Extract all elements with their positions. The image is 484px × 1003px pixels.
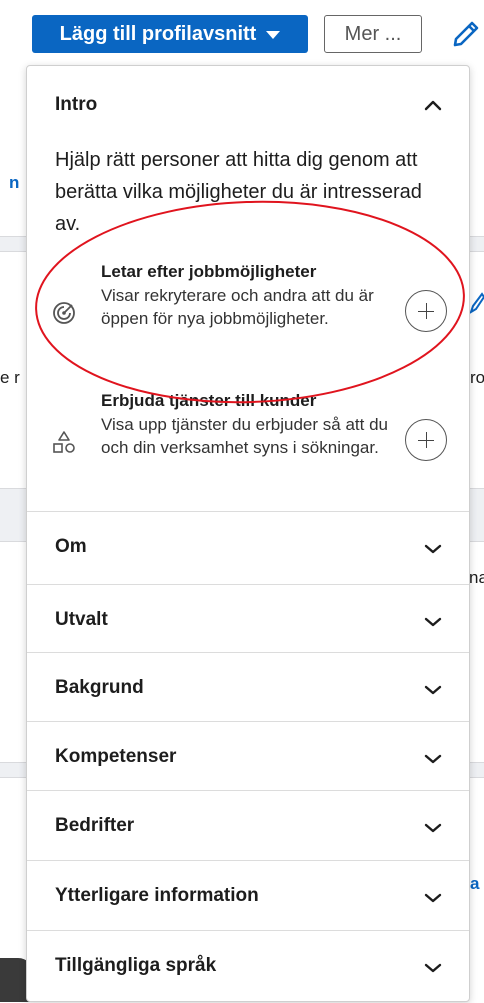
background-text-fragment: ro [470, 368, 484, 387]
chevron-up-icon[interactable] [423, 99, 443, 111]
option-title: Letar efter jobbmöjligheter [101, 262, 317, 281]
chevron-down-icon [424, 685, 442, 695]
background-link-fragment: n [9, 173, 20, 192]
background-text-fragment: e r [0, 368, 20, 387]
section-label: Bedrifter [55, 815, 135, 836]
section-row-om[interactable]: Om [27, 511, 469, 584]
section-label: Utvalt [55, 609, 108, 630]
section-row-utvalt[interactable]: Utvalt [27, 584, 469, 657]
more-button[interactable]: Mer ... [324, 15, 422, 53]
chevron-down-icon [424, 823, 442, 833]
chevron-down-icon [424, 893, 442, 903]
option-description: Visar rekryterare och andra att du är öp… [101, 286, 374, 328]
intro-description: Hjälp rätt personer att hitta dig genom … [55, 149, 422, 235]
option-open-to-work[interactable]: Letar efter jobbmöjligheter Visar rekryt… [27, 262, 469, 372]
background-pencil-icon [470, 292, 484, 314]
caret-down-icon [266, 31, 281, 39]
section-intro-header[interactable]: Intro [27, 66, 469, 142]
add-open-to-work-button[interactable] [405, 290, 447, 332]
section-label: Om [55, 536, 87, 557]
add-provide-services-button[interactable] [405, 419, 447, 461]
chevron-down-icon [424, 544, 442, 554]
chevron-down-icon [424, 963, 442, 973]
section-intro-label: Intro [55, 94, 98, 115]
add-profile-section-button[interactable]: Lägg till profilavsnitt [32, 15, 308, 53]
section-label: Bakgrund [55, 677, 144, 698]
option-title: Erbjuda tjänster till kunder [101, 391, 317, 410]
section-label: Ytterligare information [55, 885, 259, 906]
add-section-dropdown: Intro Hjälp rätt personer att hitta dig … [26, 65, 470, 1002]
section-row-ytterligare-information[interactable]: Ytterligare information [27, 860, 469, 933]
profile-toolbar: Lägg till profilavsnitt Mer ... [0, 0, 484, 70]
chevron-down-icon [424, 617, 442, 627]
radar-target-icon [53, 302, 75, 324]
section-row-bakgrund[interactable]: Bakgrund [27, 652, 469, 725]
shapes-icon [53, 431, 75, 453]
section-row-kompetenser[interactable]: Kompetenser [27, 721, 469, 794]
section-row-tillgangliga-sprak[interactable]: Tillgängliga språk [27, 930, 469, 1003]
section-label: Tillgängliga språk [55, 955, 217, 976]
section-row-bedrifter[interactable]: Bedrifter [27, 790, 469, 863]
background-link-fragment: a [470, 874, 480, 893]
option-provide-services[interactable]: Erbjuda tjänster till kunder Visa upp tj… [27, 391, 469, 501]
option-description: Visa upp tjänster du erbjuder så att du … [101, 415, 388, 457]
chevron-down-icon [424, 754, 442, 764]
section-label: Kompetenser [55, 746, 177, 767]
add-profile-section-label: Lägg till profilavsnitt [59, 22, 257, 45]
background-text-fragment: na [469, 568, 484, 587]
pencil-icon[interactable] [450, 18, 482, 50]
